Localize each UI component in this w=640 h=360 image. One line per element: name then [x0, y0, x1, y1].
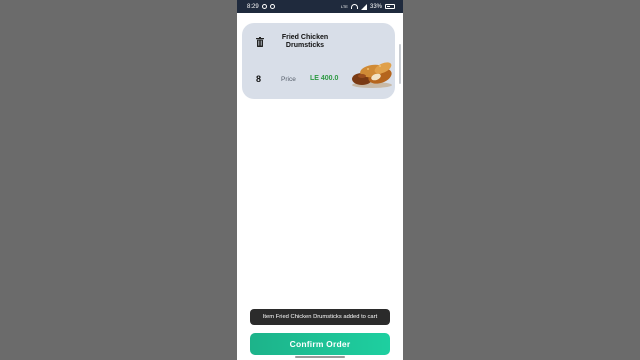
phone-screen: 8:29 LTE 33% Fried Chicken Drumsticks 8 … [237, 0, 403, 360]
wifi-icon [350, 4, 358, 9]
item-quantity: 8 [256, 74, 262, 84]
network-type: LTE [340, 3, 348, 9]
battery-percent: 33% [369, 3, 382, 10]
gesture-nav-bar[interactable] [295, 356, 345, 358]
cart-item-card: Fried Chicken Drumsticks 8 Price LE 400.… [242, 23, 395, 99]
item-price: LE 400.0 [310, 75, 339, 82]
item-name: Fried Chicken Drumsticks [281, 34, 329, 49]
fried-chicken-image [352, 62, 392, 88]
scrollbar[interactable] [399, 44, 401, 84]
price-label: Price [281, 76, 296, 83]
confirm-order-button[interactable]: Confirm Order [250, 333, 390, 355]
whatsapp-icon [261, 4, 267, 9]
status-bar-right: LTE 33% [340, 3, 403, 10]
trash-icon[interactable] [256, 37, 264, 47]
status-bar: 8:29 LTE 33% [237, 0, 403, 13]
messenger-icon [269, 4, 275, 9]
toast-message: Item Fried Chicken Drumsticks added to c… [250, 309, 390, 325]
status-bar-left: 8:29 [237, 4, 275, 10]
status-time: 8:29 [247, 3, 259, 10]
signal-icon [360, 3, 367, 10]
battery-icon [385, 4, 395, 9]
